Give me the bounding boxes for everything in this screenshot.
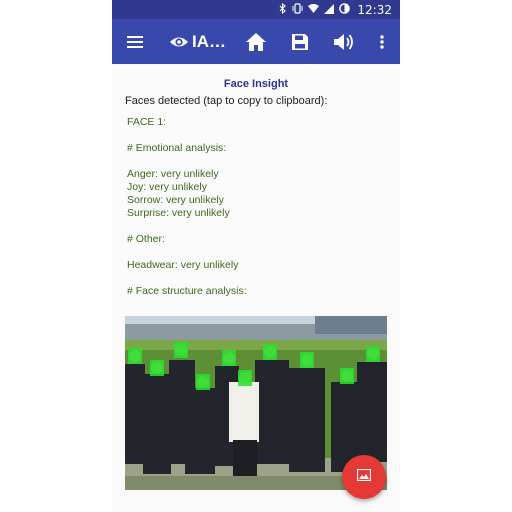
more-vert-icon[interactable] [374,19,390,64]
signal-icon [324,3,335,17]
result-line [127,220,247,233]
picture-icon [356,468,372,486]
result-line: FACE 1: [127,116,167,128]
result-line: Joy: very unlikely [127,181,207,193]
app-title: IA… [192,32,226,51]
results-subtitle[interactable]: Faces detected (tap to copy to clipboard… [125,95,327,107]
bluetooth-icon [279,2,287,17]
page-title: Face Insight [223,78,289,90]
face-analysis-text[interactable]: FACE 1: # Emotional analysis: Anger: ver… [127,116,247,298]
result-line: Surprise: very unlikely [127,207,230,219]
status-bar: 12:32 [112,0,400,19]
battery-icon [339,3,351,17]
menu-icon[interactable] [122,19,148,64]
speaker-icon[interactable] [330,19,358,64]
result-line [127,129,247,142]
vibrate-icon [292,3,303,17]
save-icon[interactable] [287,19,313,64]
results-panel: Face Insight Faces detected (tap to copy… [112,64,400,512]
result-line: Sorrow: very unlikely [127,194,224,206]
result-line: # Emotional analysis: [127,142,227,154]
result-line [127,246,247,259]
home-icon[interactable] [242,19,270,64]
result-line: # Face structure analysis: [127,285,247,297]
result-line: # Other: [127,233,165,245]
result-line [127,155,247,168]
phone-screen: 12:32 IA… Face Insight Faces detected (t… [112,0,400,512]
wifi-icon [308,3,320,17]
result-line: Headwear: very unlikely [127,259,239,271]
eye-icon [168,19,190,64]
result-line: Anger: very unlikely [127,168,219,180]
status-time: 12:32 [357,3,392,17]
result-line [127,272,247,285]
app-toolbar: IA… [112,19,400,64]
share-fab[interactable] [342,455,386,499]
